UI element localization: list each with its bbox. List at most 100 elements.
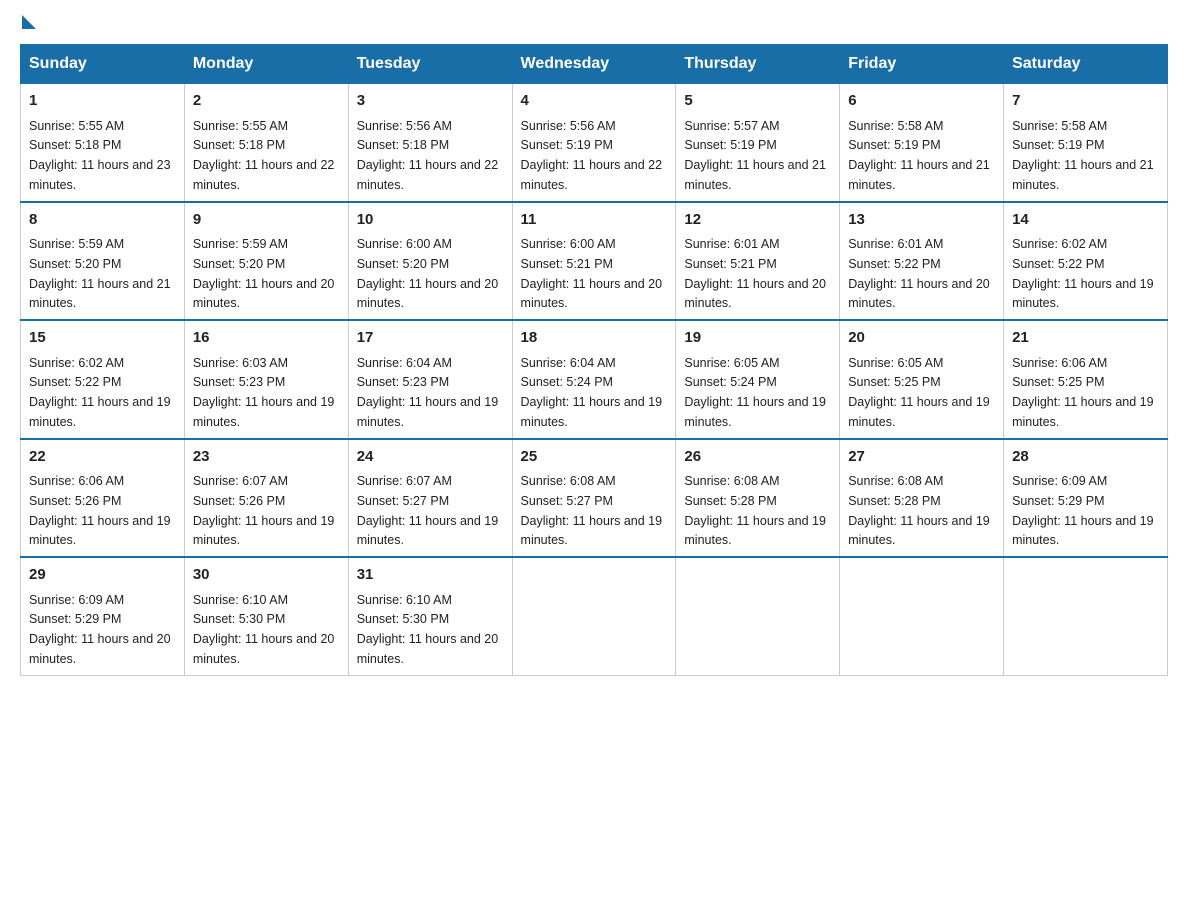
day-number: 5 <box>684 90 831 113</box>
day-number: 15 <box>29 327 176 350</box>
day-info: Sunrise: 6:08 AM Sunset: 5:28 PM Dayligh… <box>684 474 826 547</box>
calendar-week-row: 22 Sunrise: 6:06 AM Sunset: 5:26 PM Dayl… <box>21 439 1168 558</box>
day-number: 17 <box>357 327 504 350</box>
day-info: Sunrise: 6:10 AM Sunset: 5:30 PM Dayligh… <box>193 593 335 666</box>
day-info: Sunrise: 6:05 AM Sunset: 5:24 PM Dayligh… <box>684 356 826 429</box>
day-info: Sunrise: 5:57 AM Sunset: 5:19 PM Dayligh… <box>684 119 826 192</box>
day-info: Sunrise: 6:02 AM Sunset: 5:22 PM Dayligh… <box>1012 237 1154 310</box>
calendar-cell: 28 Sunrise: 6:09 AM Sunset: 5:29 PM Dayl… <box>1004 439 1168 558</box>
logo-general <box>20 20 36 29</box>
calendar-week-row: 15 Sunrise: 6:02 AM Sunset: 5:22 PM Dayl… <box>21 320 1168 439</box>
logo-arrow-icon <box>22 15 36 29</box>
day-number: 26 <box>684 446 831 469</box>
calendar-cell: 3 Sunrise: 5:56 AM Sunset: 5:18 PM Dayli… <box>348 84 512 202</box>
day-info: Sunrise: 6:06 AM Sunset: 5:26 PM Dayligh… <box>29 474 171 547</box>
calendar-cell: 2 Sunrise: 5:55 AM Sunset: 5:18 PM Dayli… <box>184 84 348 202</box>
day-number: 22 <box>29 446 176 469</box>
day-number: 13 <box>848 209 995 232</box>
weekday-header-tuesday: Tuesday <box>348 45 512 84</box>
calendar-cell: 23 Sunrise: 6:07 AM Sunset: 5:26 PM Dayl… <box>184 439 348 558</box>
calendar-cell <box>512 557 676 675</box>
day-info: Sunrise: 6:01 AM Sunset: 5:22 PM Dayligh… <box>848 237 990 310</box>
calendar-cell: 1 Sunrise: 5:55 AM Sunset: 5:18 PM Dayli… <box>21 84 185 202</box>
page-header <box>20 20 1168 24</box>
day-info: Sunrise: 5:56 AM Sunset: 5:19 PM Dayligh… <box>521 119 663 192</box>
weekday-header-wednesday: Wednesday <box>512 45 676 84</box>
day-number: 16 <box>193 327 340 350</box>
day-info: Sunrise: 6:06 AM Sunset: 5:25 PM Dayligh… <box>1012 356 1154 429</box>
calendar-cell: 12 Sunrise: 6:01 AM Sunset: 5:21 PM Dayl… <box>676 202 840 321</box>
day-info: Sunrise: 6:10 AM Sunset: 5:30 PM Dayligh… <box>357 593 499 666</box>
day-number: 7 <box>1012 90 1159 113</box>
calendar-cell: 6 Sunrise: 5:58 AM Sunset: 5:19 PM Dayli… <box>840 84 1004 202</box>
day-number: 12 <box>684 209 831 232</box>
calendar-cell: 29 Sunrise: 6:09 AM Sunset: 5:29 PM Dayl… <box>21 557 185 675</box>
day-number: 4 <box>521 90 668 113</box>
day-info: Sunrise: 6:09 AM Sunset: 5:29 PM Dayligh… <box>1012 474 1154 547</box>
day-number: 3 <box>357 90 504 113</box>
day-number: 29 <box>29 564 176 587</box>
calendar-cell: 10 Sunrise: 6:00 AM Sunset: 5:20 PM Dayl… <box>348 202 512 321</box>
weekday-header-saturday: Saturday <box>1004 45 1168 84</box>
weekday-header-row: SundayMondayTuesdayWednesdayThursdayFrid… <box>21 45 1168 84</box>
calendar-cell: 9 Sunrise: 5:59 AM Sunset: 5:20 PM Dayli… <box>184 202 348 321</box>
day-info: Sunrise: 6:03 AM Sunset: 5:23 PM Dayligh… <box>193 356 335 429</box>
calendar-cell <box>1004 557 1168 675</box>
calendar-cell: 7 Sunrise: 5:58 AM Sunset: 5:19 PM Dayli… <box>1004 84 1168 202</box>
calendar-cell: 18 Sunrise: 6:04 AM Sunset: 5:24 PM Dayl… <box>512 320 676 439</box>
day-info: Sunrise: 6:04 AM Sunset: 5:24 PM Dayligh… <box>521 356 663 429</box>
day-info: Sunrise: 5:55 AM Sunset: 5:18 PM Dayligh… <box>193 119 335 192</box>
day-info: Sunrise: 6:01 AM Sunset: 5:21 PM Dayligh… <box>684 237 826 310</box>
calendar-cell: 20 Sunrise: 6:05 AM Sunset: 5:25 PM Dayl… <box>840 320 1004 439</box>
calendar-cell: 16 Sunrise: 6:03 AM Sunset: 5:23 PM Dayl… <box>184 320 348 439</box>
day-number: 14 <box>1012 209 1159 232</box>
day-number: 30 <box>193 564 340 587</box>
logo <box>20 20 36 24</box>
day-info: Sunrise: 6:07 AM Sunset: 5:26 PM Dayligh… <box>193 474 335 547</box>
day-number: 1 <box>29 90 176 113</box>
day-info: Sunrise: 5:55 AM Sunset: 5:18 PM Dayligh… <box>29 119 171 192</box>
calendar-cell: 4 Sunrise: 5:56 AM Sunset: 5:19 PM Dayli… <box>512 84 676 202</box>
day-number: 27 <box>848 446 995 469</box>
day-info: Sunrise: 6:09 AM Sunset: 5:29 PM Dayligh… <box>29 593 171 666</box>
day-info: Sunrise: 6:02 AM Sunset: 5:22 PM Dayligh… <box>29 356 171 429</box>
calendar-cell: 27 Sunrise: 6:08 AM Sunset: 5:28 PM Dayl… <box>840 439 1004 558</box>
day-info: Sunrise: 5:58 AM Sunset: 5:19 PM Dayligh… <box>848 119 990 192</box>
weekday-header-monday: Monday <box>184 45 348 84</box>
day-info: Sunrise: 6:04 AM Sunset: 5:23 PM Dayligh… <box>357 356 499 429</box>
calendar-table: SundayMondayTuesdayWednesdayThursdayFrid… <box>20 44 1168 676</box>
day-number: 23 <box>193 446 340 469</box>
day-number: 20 <box>848 327 995 350</box>
calendar-week-row: 1 Sunrise: 5:55 AM Sunset: 5:18 PM Dayli… <box>21 84 1168 202</box>
calendar-cell: 26 Sunrise: 6:08 AM Sunset: 5:28 PM Dayl… <box>676 439 840 558</box>
weekday-header-sunday: Sunday <box>21 45 185 84</box>
calendar-cell: 11 Sunrise: 6:00 AM Sunset: 5:21 PM Dayl… <box>512 202 676 321</box>
day-number: 6 <box>848 90 995 113</box>
calendar-cell: 8 Sunrise: 5:59 AM Sunset: 5:20 PM Dayli… <box>21 202 185 321</box>
day-number: 31 <box>357 564 504 587</box>
calendar-cell: 31 Sunrise: 6:10 AM Sunset: 5:30 PM Dayl… <box>348 557 512 675</box>
day-number: 24 <box>357 446 504 469</box>
day-info: Sunrise: 5:58 AM Sunset: 5:19 PM Dayligh… <box>1012 119 1154 192</box>
calendar-cell: 5 Sunrise: 5:57 AM Sunset: 5:19 PM Dayli… <box>676 84 840 202</box>
weekday-header-friday: Friday <box>840 45 1004 84</box>
day-number: 9 <box>193 209 340 232</box>
day-number: 10 <box>357 209 504 232</box>
day-number: 11 <box>521 209 668 232</box>
day-number: 18 <box>521 327 668 350</box>
calendar-cell: 13 Sunrise: 6:01 AM Sunset: 5:22 PM Dayl… <box>840 202 1004 321</box>
weekday-header-thursday: Thursday <box>676 45 840 84</box>
calendar-cell: 24 Sunrise: 6:07 AM Sunset: 5:27 PM Dayl… <box>348 439 512 558</box>
calendar-cell <box>676 557 840 675</box>
calendar-week-row: 8 Sunrise: 5:59 AM Sunset: 5:20 PM Dayli… <box>21 202 1168 321</box>
calendar-cell: 17 Sunrise: 6:04 AM Sunset: 5:23 PM Dayl… <box>348 320 512 439</box>
calendar-cell: 19 Sunrise: 6:05 AM Sunset: 5:24 PM Dayl… <box>676 320 840 439</box>
day-info: Sunrise: 6:07 AM Sunset: 5:27 PM Dayligh… <box>357 474 499 547</box>
day-info: Sunrise: 6:08 AM Sunset: 5:28 PM Dayligh… <box>848 474 990 547</box>
day-number: 8 <box>29 209 176 232</box>
day-number: 21 <box>1012 327 1159 350</box>
calendar-cell: 25 Sunrise: 6:08 AM Sunset: 5:27 PM Dayl… <box>512 439 676 558</box>
day-number: 28 <box>1012 446 1159 469</box>
day-info: Sunrise: 6:05 AM Sunset: 5:25 PM Dayligh… <box>848 356 990 429</box>
calendar-cell <box>840 557 1004 675</box>
